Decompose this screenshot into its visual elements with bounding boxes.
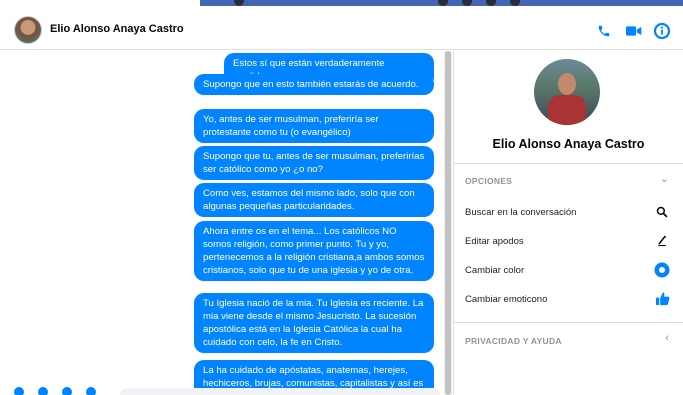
scrollbar-thumb[interactable]: [445, 51, 451, 395]
profile-photo[interactable]: [534, 59, 600, 125]
profile-body: [548, 95, 586, 125]
page-title[interactable]: Elio Alonso Anaya Castro: [50, 23, 184, 35]
video-call-icon[interactable]: [625, 22, 643, 40]
message-bubble[interactable]: Yo, antes de ser musulman, preferiría se…: [194, 109, 434, 143]
chevron-down-icon[interactable]: ⌄: [660, 172, 669, 185]
tab-icon[interactable]: [234, 0, 244, 6]
divider: [454, 322, 683, 323]
message-bubble[interactable]: Supongo que tu, antes de ser musulman, p…: [194, 146, 434, 180]
gif-icon[interactable]: [86, 387, 96, 395]
privacy-section-title[interactable]: PRIVACIDAD Y AYUDA: [465, 336, 562, 346]
edit-nickname-icon[interactable]: [654, 233, 670, 249]
chevron-left-icon[interactable]: ‹: [665, 332, 669, 344]
plus-icon[interactable]: [14, 387, 24, 395]
options-section-title[interactable]: OPCIONES: [465, 176, 512, 186]
color-circle-icon[interactable]: [654, 262, 670, 278]
profile-face: [558, 73, 576, 95]
phone-icon[interactable]: [595, 22, 613, 40]
message-bubble[interactable]: Tu Iglesia nació de la mia. Tu Iglesia e…: [194, 293, 434, 353]
change-color-option[interactable]: Cambiar color: [465, 265, 524, 276]
avatar[interactable]: [14, 16, 42, 44]
conversation-header: Elio Alonso Anaya Castro: [0, 10, 683, 50]
tab-icon[interactable]: [510, 0, 520, 6]
change-emoji-option[interactable]: Cambiar emoticono: [465, 294, 547, 305]
message-bubble[interactable]: Ahora entre os en el tema... Los católic…: [194, 221, 434, 281]
conversation-info-panel: Elio Alonso Anaya Castro OPCIONES ⌄ Busc…: [453, 51, 683, 395]
tab-icon[interactable]: [438, 0, 448, 6]
message-bubble[interactable]: Como ves, estamos del mismo lado, solo q…: [194, 183, 434, 217]
scrollbar[interactable]: [444, 51, 452, 395]
tab-icon[interactable]: [462, 0, 472, 6]
message-list[interactable]: Estos sí que están verdaderamente perdid…: [0, 51, 452, 395]
search-icon[interactable]: [654, 204, 670, 220]
edit-nicknames-option[interactable]: Editar apodos: [465, 236, 524, 247]
profile-name: Elio Alonso Anaya Castro: [492, 137, 645, 151]
divider: [454, 163, 683, 164]
camera-icon[interactable]: [38, 387, 48, 395]
search-conversation-option[interactable]: Buscar en la conversación: [465, 207, 576, 218]
info-icon[interactable]: [653, 22, 671, 40]
message-input[interactable]: [120, 388, 440, 395]
browser-top-bar: [200, 0, 683, 6]
thumbs-up-icon[interactable]: [654, 290, 670, 306]
tab-icon[interactable]: [486, 0, 496, 6]
image-icon[interactable]: [62, 387, 72, 395]
message-bubble[interactable]: Supongo que en esto también estarás de a…: [194, 74, 434, 95]
